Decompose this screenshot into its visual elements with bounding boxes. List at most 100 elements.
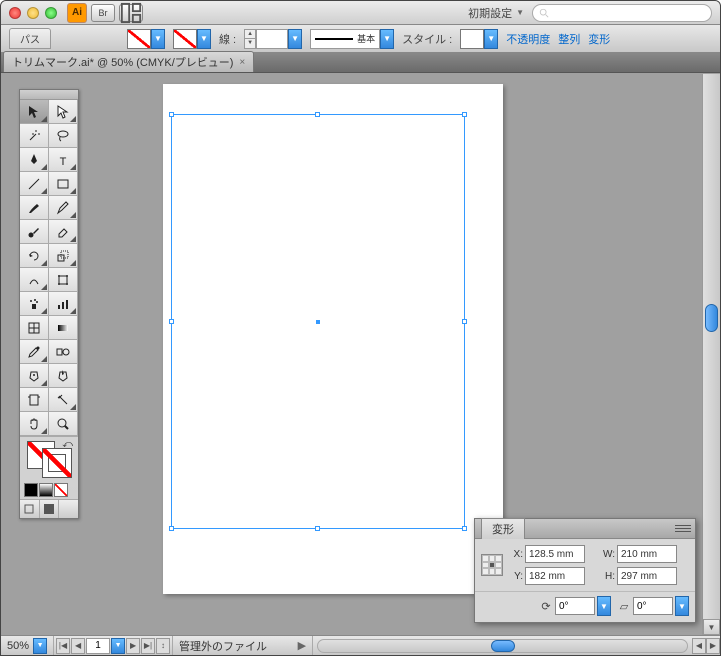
next-artboard-button[interactable]: ▶	[126, 638, 140, 654]
document-tab-bar: トリムマーク.ai* @ 50% (CMYK/プレビュー) ×	[1, 53, 720, 73]
workspace-preset-dropdown[interactable]: 初期設定 ▼	[468, 5, 524, 21]
scale-tool[interactable]	[49, 244, 78, 268]
resize-handle[interactable]	[462, 526, 467, 531]
close-window-button[interactable]	[9, 7, 21, 19]
zoom-level[interactable]: 50% ▼	[1, 636, 54, 655]
rectangle-tool[interactable]	[49, 172, 78, 196]
selection-tool[interactable]	[20, 100, 49, 124]
close-icon[interactable]: ×	[239, 57, 245, 68]
control-links: 不透明度 整列 変形	[506, 31, 610, 47]
pencil-tool[interactable]	[49, 196, 78, 220]
live-paint-selection-tool[interactable]	[49, 364, 78, 388]
style-label: スタイル :	[402, 31, 452, 47]
zoom-window-button[interactable]	[45, 7, 57, 19]
screen-mode-change[interactable]	[59, 500, 78, 518]
scrollbar-thumb[interactable]	[705, 304, 718, 332]
fill-swatch-control[interactable]: ▼	[127, 29, 165, 49]
panel-menu-icon[interactable]	[675, 522, 691, 536]
line-tool[interactable]	[20, 172, 49, 196]
w-field[interactable]: W:	[601, 545, 689, 563]
scroll-down-button[interactable]: ▼	[703, 619, 720, 635]
reference-point-selector[interactable]	[481, 554, 503, 576]
magic-wand-tool[interactable]	[20, 124, 49, 148]
stepper-icon: ▲▼	[244, 29, 256, 49]
eraser-tool[interactable]	[49, 220, 78, 244]
stroke-swatch-control[interactable]: ▼	[173, 29, 211, 49]
minimize-window-button[interactable]	[27, 7, 39, 19]
scrollbar-thumb[interactable]	[491, 640, 515, 652]
zoom-tool[interactable]	[49, 412, 78, 436]
status-text: 管理外のファイル ▶	[173, 636, 313, 655]
transform-link[interactable]: 変形	[588, 31, 610, 47]
vertical-scrollbar[interactable]: ▼	[702, 74, 720, 635]
control-tab: パス	[9, 28, 51, 49]
pen-tool[interactable]	[20, 148, 49, 172]
document-tab[interactable]: トリムマーク.ai* @ 50% (CMYK/プレビュー) ×	[3, 51, 254, 72]
x-field[interactable]: X:	[509, 545, 597, 563]
mesh-tool[interactable]	[20, 316, 49, 340]
selection-rect[interactable]	[171, 114, 465, 529]
blend-tool[interactable]	[49, 340, 78, 364]
screen-mode-normal[interactable]	[20, 500, 40, 518]
prev-artboard-button[interactable]: ◀	[71, 638, 85, 654]
type-tool[interactable]: T	[49, 148, 78, 172]
resize-handle[interactable]	[169, 319, 174, 324]
resize-handle[interactable]	[315, 526, 320, 531]
direct-selection-tool[interactable]	[49, 100, 78, 124]
artboard-number-input[interactable]	[86, 638, 110, 654]
chevron-down-icon: ▼	[111, 638, 125, 654]
color-mode-button[interactable]	[24, 483, 38, 497]
screen-mode-full[interactable]	[40, 500, 60, 518]
opacity-link[interactable]: 不透明度	[506, 31, 550, 47]
fill-stroke-control[interactable]: ⤺	[20, 436, 78, 481]
panel-grip[interactable]	[20, 90, 78, 100]
panel-header[interactable]: 変形	[475, 519, 695, 539]
warp-tool[interactable]	[20, 268, 49, 292]
scroll-left-button[interactable]: ◀	[692, 638, 706, 654]
chevron-down-icon: ▼	[516, 8, 524, 17]
bridge-button[interactable]: Br	[91, 4, 115, 22]
selection-center-icon	[316, 320, 320, 324]
resize-handle[interactable]	[169, 112, 174, 117]
rotate-tool[interactable]	[20, 244, 49, 268]
eyedropper-tool[interactable]	[20, 340, 49, 364]
hand-tool[interactable]	[20, 412, 49, 436]
slice-tool[interactable]	[49, 388, 78, 412]
stroke-indicator[interactable]	[43, 449, 71, 477]
blob-brush-tool[interactable]	[20, 220, 49, 244]
lasso-tool[interactable]	[49, 124, 78, 148]
last-artboard-button[interactable]: ▶|	[141, 638, 155, 654]
h-field[interactable]: H:	[601, 567, 689, 585]
graphic-style-dropdown[interactable]: ▼	[460, 29, 498, 49]
arrange-documents-button[interactable]	[119, 4, 143, 22]
artboard-nav-button[interactable]: ↕	[156, 638, 170, 654]
gradient-mode-button[interactable]	[39, 483, 53, 497]
stroke-weight-input[interactable]: ▲▼ ▼	[244, 29, 302, 49]
shear-field[interactable]: ▱ ▼	[617, 596, 689, 616]
search-input[interactable]	[532, 4, 712, 22]
artboard-tool[interactable]	[20, 388, 49, 412]
scroll-right-button[interactable]: ▶	[706, 638, 720, 654]
resize-handle[interactable]	[462, 319, 467, 324]
transform-panel-tab[interactable]: 変形	[481, 518, 525, 539]
rotate-field[interactable]: ⟳ ▼	[539, 596, 611, 616]
none-mode-button[interactable]	[54, 483, 68, 497]
toolbox-panel: T ⤺	[19, 89, 79, 519]
horizontal-scrollbar[interactable]	[317, 639, 688, 653]
svg-text:T: T	[60, 156, 67, 167]
paintbrush-tool[interactable]	[20, 196, 49, 220]
gradient-tool[interactable]	[49, 316, 78, 340]
rotate-icon: ⟳	[539, 599, 553, 613]
align-link[interactable]: 整列	[558, 31, 580, 47]
symbol-sprayer-tool[interactable]	[20, 292, 49, 316]
y-field[interactable]: Y:	[509, 567, 597, 585]
live-paint-tool[interactable]	[20, 364, 49, 388]
stroke-profile-dropdown[interactable]: 基本 ▼	[310, 29, 394, 49]
resize-handle[interactable]	[462, 112, 467, 117]
first-artboard-button[interactable]: |◀	[56, 638, 70, 654]
swap-fill-stroke-icon[interactable]: ⤺	[62, 439, 73, 450]
graph-tool[interactable]	[49, 292, 78, 316]
resize-handle[interactable]	[315, 112, 320, 117]
resize-handle[interactable]	[169, 526, 174, 531]
free-transform-tool[interactable]	[49, 268, 78, 292]
